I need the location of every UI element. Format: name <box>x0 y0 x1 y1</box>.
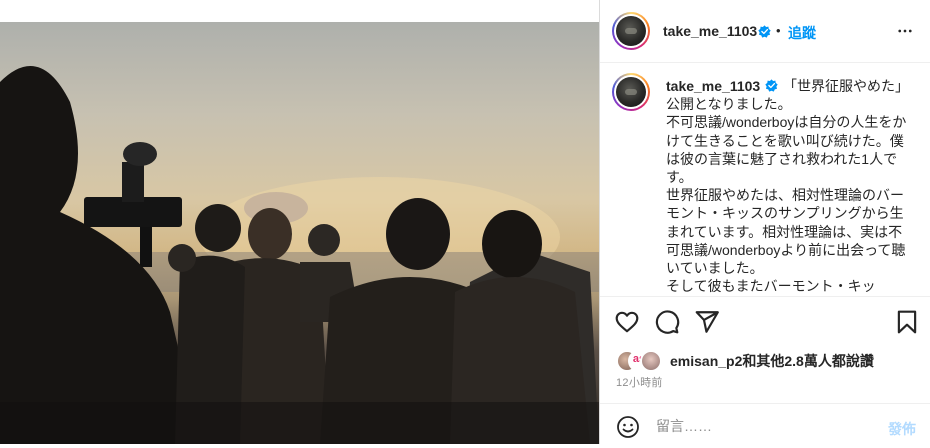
more-icon[interactable] <box>896 22 914 40</box>
photo-top-strip <box>0 0 599 22</box>
author-username[interactable]: take_me_1103 <box>663 23 757 39</box>
caption-line-3: 世界征服やめたは、相対性理論のバーモント・キッスのサンプリングから生まれています… <box>666 187 906 277</box>
likes-summary[interactable]: as emisan_p2和其他2.8萬人都說讚 <box>616 348 916 372</box>
comment-bar: 發佈 <box>600 403 930 448</box>
comment-icon[interactable] <box>654 309 680 335</box>
bookmark-icon[interactable] <box>894 309 920 335</box>
post-time[interactable]: 12小時前 <box>616 374 663 390</box>
emoji-icon[interactable] <box>616 415 640 439</box>
share-icon[interactable] <box>694 309 720 335</box>
verified-icon <box>758 25 771 38</box>
caption-scroll-area[interactable]: take_me_1103 「世界征服やめた」公開となりました。 不可思議/won… <box>600 63 930 295</box>
caption-avatar[interactable] <box>612 73 650 111</box>
caption-username[interactable]: take_me_1103 <box>666 78 760 94</box>
comment-input[interactable] <box>656 416 856 436</box>
caption-verified-icon <box>765 79 778 92</box>
action-bar: as emisan_p2和其他2.8萬人都說讚 12小時前 發佈 <box>600 296 930 447</box>
post-comment-button[interactable]: 發佈 <box>888 419 916 439</box>
post-photo[interactable] <box>0 22 599 444</box>
caption-line-2: 不可思議/wonderboyは自分の人生をかけて生きることを歌い叫び続けた。僕は… <box>666 114 907 186</box>
author-avatar[interactable] <box>612 12 650 50</box>
post-header: take_me_1103 • 追蹤 <box>600 0 930 63</box>
photo-scene <box>0 66 599 444</box>
header-separator: • <box>776 23 781 38</box>
heart-icon[interactable] <box>614 309 640 335</box>
caption-line-4: そして彼もまたバーモント・キッ <box>666 278 876 295</box>
liker-avatar-2[interactable] <box>640 350 662 372</box>
post-caption: take_me_1103 「世界征服やめた」公開となりました。 不可思議/won… <box>666 77 910 295</box>
follow-button[interactable]: 追蹤 <box>788 23 816 43</box>
post-detail-panel: take_me_1103 • 追蹤 take_me_1103 「世界征服やめた」… <box>600 0 930 444</box>
likes-text[interactable]: emisan_p2和其他2.8萬人都說讚 <box>670 351 874 371</box>
